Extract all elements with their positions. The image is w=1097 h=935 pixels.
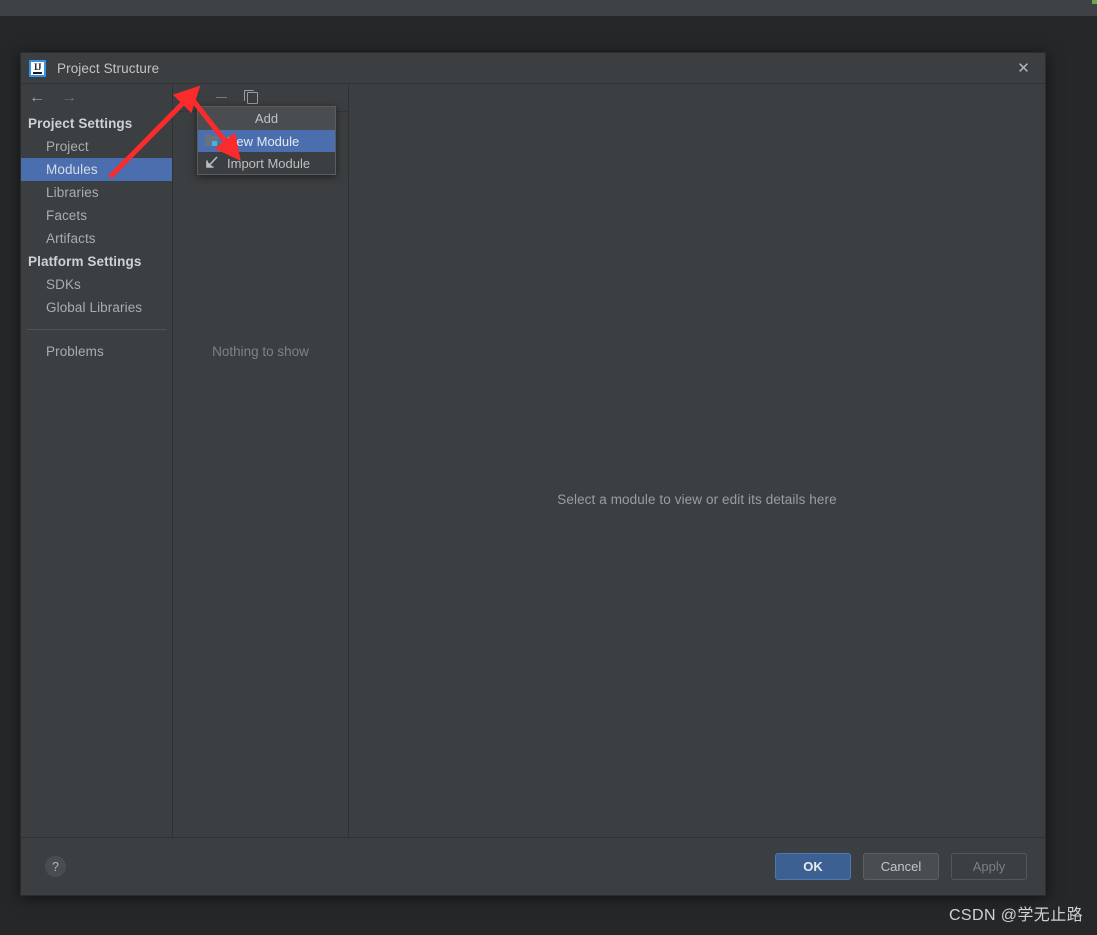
menu-item-import-module[interactable]: Import Module	[198, 152, 335, 174]
sidebar-item-global-libraries[interactable]: Global Libraries	[21, 296, 172, 319]
dialog-titlebar: Project Structure ✕	[21, 53, 1045, 83]
close-icon[interactable]: ✕	[1014, 59, 1033, 78]
sidebar-item-problems[interactable]: Problems	[21, 340, 172, 363]
module-details-panel: Select a module to view or edit its deta…	[349, 84, 1045, 837]
dialog-footer: ? OK Cancel Apply	[21, 837, 1045, 895]
desktop-corner-indicator	[1092, 0, 1097, 4]
sidebar-group-project-settings: Project Settings	[28, 116, 133, 131]
module-details-hint: Select a module to view or edit its deta…	[557, 492, 837, 507]
arrow-right-icon[interactable]: →	[61, 90, 77, 106]
module-list-panel: + Nothing to show	[173, 84, 349, 837]
navigation-arrows: ← →	[21, 84, 172, 112]
settings-sidebar: ← → Project Settings Project Modules Lib…	[21, 84, 173, 837]
help-button[interactable]: ?	[45, 856, 66, 877]
minus-icon[interactable]	[213, 89, 230, 106]
sidebar-item-sdks[interactable]: SDKs	[21, 273, 172, 296]
new-module-folder-icon	[204, 133, 220, 149]
menu-item-import-module-label: Import Module	[227, 155, 311, 171]
intellij-idea-icon	[29, 59, 46, 77]
desktop-top-band	[0, 0, 1097, 16]
sidebar-item-facets[interactable]: Facets	[21, 204, 172, 227]
sidebar-item-artifacts[interactable]: Artifacts	[21, 227, 172, 250]
apply-button[interactable]: Apply	[951, 853, 1027, 880]
menu-item-new-module-label: New Module	[227, 133, 300, 149]
ok-button[interactable]: OK	[775, 853, 851, 880]
sidebar-item-modules[interactable]: Modules	[21, 158, 172, 181]
cancel-button[interactable]: Cancel	[863, 853, 939, 880]
sidebar-divider	[27, 329, 166, 330]
add-module-popup-menu: Add New Module Import Module	[197, 106, 336, 175]
csdn-watermark: CSDN @学无止路	[948, 907, 1083, 924]
plus-icon[interactable]: +	[182, 88, 199, 107]
sidebar-item-libraries[interactable]: Libraries	[21, 181, 172, 204]
dialog-title: Project Structure	[57, 60, 160, 76]
module-list-empty-message: Nothing to show	[212, 344, 309, 359]
dialog-body: ← → Project Settings Project Modules Lib…	[21, 83, 1045, 837]
copy-icon[interactable]	[244, 89, 261, 106]
popup-menu-header: Add	[198, 107, 335, 130]
arrow-left-icon[interactable]: ←	[29, 90, 45, 106]
footer-buttons: OK Cancel Apply	[775, 853, 1027, 880]
import-module-icon	[204, 155, 220, 171]
project-structure-dialog: Project Structure ✕ ← → Project Settings…	[20, 52, 1046, 896]
sidebar-group-platform-settings: Platform Settings	[28, 254, 142, 269]
sidebar-item-project[interactable]: Project	[21, 135, 172, 158]
menu-item-new-module[interactable]: New Module	[198, 130, 335, 152]
